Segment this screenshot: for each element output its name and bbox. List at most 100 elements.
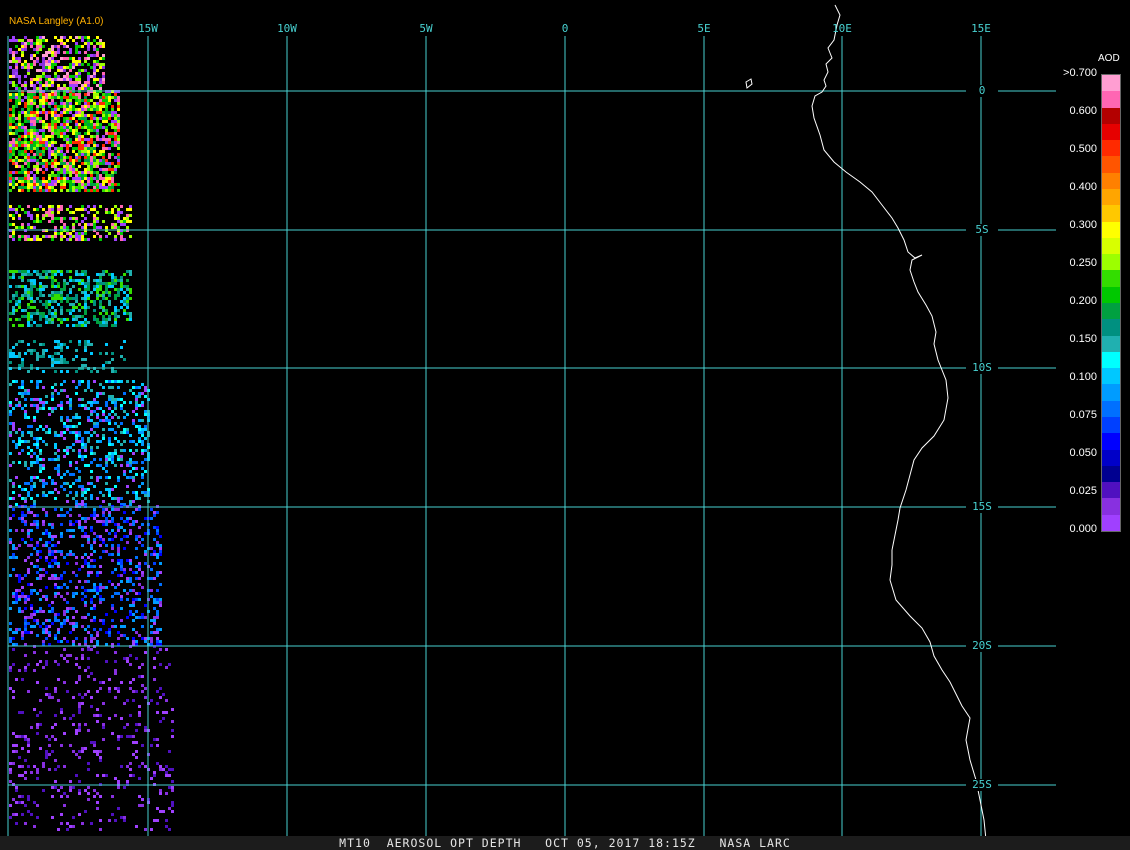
- aod-pixel: [84, 81, 87, 84]
- aod-pixel: [63, 102, 66, 105]
- aod-pixel: [90, 601, 93, 604]
- aod-pixel: [18, 93, 21, 96]
- aod-pixel: [12, 422, 15, 425]
- aod-pixel: [45, 660, 48, 663]
- aod-pixel: [102, 702, 105, 705]
- aod-pixel: [90, 637, 93, 640]
- aod-pixel: [105, 461, 108, 464]
- aod-pixel: [93, 425, 96, 428]
- aod-pixel: [45, 663, 48, 666]
- aod-pixel: [105, 631, 108, 634]
- aod-pixel: [63, 132, 66, 135]
- aod-pixel: [90, 171, 93, 174]
- aod-pixel: [123, 547, 126, 550]
- aod-pixel: [42, 177, 45, 180]
- legend-swatch: [1102, 107, 1120, 125]
- aod-pixel: [93, 214, 96, 217]
- aod-pixel: [72, 285, 75, 288]
- aod-pixel: [45, 114, 48, 117]
- aod-pixel: [102, 726, 105, 729]
- aod-pixel: [108, 294, 111, 297]
- aod-pixel: [39, 42, 42, 45]
- aod-pixel: [87, 464, 90, 467]
- aod-pixel: [111, 126, 114, 129]
- aod-pixel: [54, 270, 57, 273]
- aod-pixel: [90, 607, 93, 610]
- aod-pixel: [120, 568, 123, 571]
- aod-pixel: [87, 729, 90, 732]
- aod-pixel: [84, 223, 87, 226]
- aod-pixel: [72, 84, 75, 87]
- aod-pixel: [18, 574, 21, 577]
- aod-pixel: [87, 147, 90, 150]
- aod-pixel: [96, 401, 99, 404]
- aod-pixel: [69, 180, 72, 183]
- aod-pixel: [60, 535, 63, 538]
- aod-pixel: [24, 162, 27, 165]
- aod-pixel: [66, 586, 69, 589]
- aod-pixel: [24, 669, 27, 672]
- aod-pixel: [57, 491, 60, 494]
- aod-pixel: [120, 306, 123, 309]
- aod-pixel: [117, 386, 120, 389]
- aod-pixel: [105, 520, 108, 523]
- aod-pixel: [87, 306, 90, 309]
- aod-pixel: [108, 491, 111, 494]
- aod-pixel: [120, 276, 123, 279]
- aod-pixel: [12, 690, 15, 693]
- aod-pixel: [69, 514, 72, 517]
- aod-pixel: [123, 449, 126, 452]
- aod-pixel: [135, 825, 138, 828]
- aod-pixel: [48, 51, 51, 54]
- aod-pixel: [141, 663, 144, 666]
- aod-pixel: [27, 294, 30, 297]
- aod-pixel: [81, 153, 84, 156]
- aod-pixel: [63, 45, 66, 48]
- aod-pixel: [123, 428, 126, 431]
- aod-pixel: [33, 419, 36, 422]
- aod-pixel: [15, 750, 18, 753]
- aod-pixel: [33, 404, 36, 407]
- aod-pixel: [51, 114, 54, 117]
- aod-pixel: [30, 93, 33, 96]
- aod-pixel: [42, 180, 45, 183]
- aod-pixel: [39, 312, 42, 315]
- aod-pixel: [114, 321, 117, 324]
- aod-pixel: [90, 446, 93, 449]
- aod-pixel: [21, 297, 24, 300]
- aod-pixel: [51, 574, 54, 577]
- aod-pixel: [33, 123, 36, 126]
- aod-pixel: [90, 177, 93, 180]
- aod-pixel: [114, 508, 117, 511]
- aod-pixel: [126, 580, 129, 583]
- aod-pixel: [102, 681, 105, 684]
- aod-pixel: [24, 497, 27, 500]
- aod-pixel: [54, 660, 57, 663]
- aod-pixel: [30, 380, 33, 383]
- aod-pixel: [69, 105, 72, 108]
- aod-pixel: [102, 598, 105, 601]
- aod-pixel: [111, 211, 114, 214]
- aod-pixel: [63, 51, 66, 54]
- aod-pixel: [33, 619, 36, 622]
- aod-pixel: [108, 511, 111, 514]
- aod-pixel: [9, 637, 12, 640]
- aod-pixel: [141, 452, 144, 455]
- aod-pixel: [99, 87, 102, 90]
- aod-pixel: [30, 315, 33, 318]
- aod-pixel: [120, 464, 123, 467]
- aod-pixel: [120, 449, 123, 452]
- aod-pixel: [120, 526, 123, 529]
- aod-pixel: [54, 346, 57, 349]
- aod-pixel: [90, 526, 93, 529]
- aod-pixel: [51, 816, 54, 819]
- aod-pixel: [15, 631, 18, 634]
- aod-pixel: [96, 273, 99, 276]
- aod-pixel: [72, 529, 75, 532]
- aod-pixel: [99, 63, 102, 66]
- aod-pixel: [54, 147, 57, 150]
- aod-pixel: [21, 51, 24, 54]
- aod-pixel: [54, 93, 57, 96]
- aod-pixel: [75, 610, 78, 613]
- aod-pixel: [33, 520, 36, 523]
